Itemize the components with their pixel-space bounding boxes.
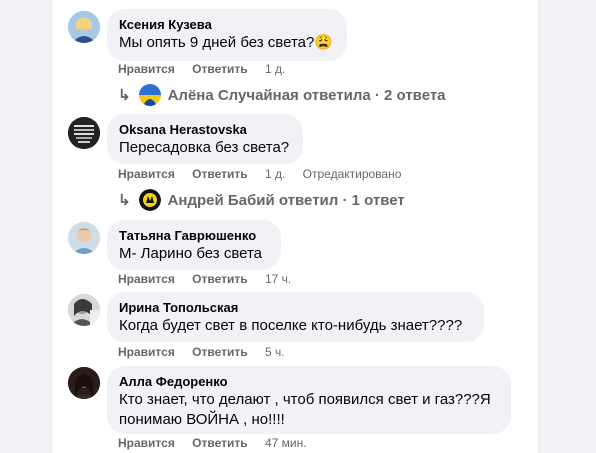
comment-author[interactable]: Татьяна Гаврюшенко bbox=[119, 228, 269, 244]
like-button[interactable]: Нравится bbox=[118, 272, 175, 286]
like-button[interactable]: Нравится bbox=[118, 345, 175, 359]
edited-label[interactable]: Отредактировано bbox=[303, 167, 402, 181]
comment-author[interactable]: Ксения Кузева bbox=[119, 17, 335, 33]
reply-button[interactable]: Ответить bbox=[192, 167, 247, 181]
avatar[interactable] bbox=[68, 367, 100, 399]
comment-text: Когда будет свет в поселке кто-нибудь зн… bbox=[119, 317, 463, 334]
comment-author[interactable]: Алла Федоренко bbox=[119, 374, 499, 390]
comment-time[interactable]: 1 д. bbox=[265, 62, 285, 76]
comment-bubble: Алла Федоренко Кто знает, что делают , ч… bbox=[107, 366, 511, 434]
comment-actions: Нравится Ответить 17 ч. bbox=[118, 272, 305, 286]
comment-text: Пересадовка без света? bbox=[119, 139, 290, 156]
comment-author[interactable]: Ирина Топольская bbox=[119, 300, 472, 316]
comment-actions: Нравится Ответить 5 ч. bbox=[118, 345, 299, 359]
comment-time[interactable]: 5 ч. bbox=[265, 345, 285, 359]
comment-time[interactable]: 47 мин. bbox=[265, 436, 307, 450]
comment-actions: Нравится Ответить 1 д. Отредактировано bbox=[118, 167, 401, 181]
comment-time[interactable]: 17 ч. bbox=[265, 272, 291, 286]
replies-text[interactable]: Андрей Бабий ответил · 1 ответ bbox=[168, 192, 405, 209]
comment-text: Мы опять 9 дней без света?😩 bbox=[119, 34, 334, 51]
comment-bubble: Oksana Herastovska Пересадовка без света… bbox=[107, 114, 303, 164]
comment-actions: Нравится Ответить 1 д. bbox=[118, 62, 299, 76]
view-replies-link[interactable]: ↳ Андрей Бабий ответил · 1 ответ bbox=[118, 189, 405, 211]
reply-button[interactable]: Ответить bbox=[192, 272, 247, 286]
reply-arrow-icon: ↳ bbox=[118, 87, 131, 104]
avatar[interactable] bbox=[68, 294, 100, 326]
comment-bubble: Ксения Кузева Мы опять 9 дней без света?… bbox=[107, 9, 347, 61]
reply-button[interactable]: Ответить bbox=[192, 345, 247, 359]
avatar bbox=[138, 189, 161, 211]
comment-text-line-1: Кто знает, что делают , чтоб появился св… bbox=[119, 391, 491, 408]
reply-button[interactable]: Ответить bbox=[192, 62, 247, 76]
comment-text-line-2: понимаю ВОЙНА , но!!!! bbox=[119, 411, 285, 428]
like-button[interactable]: Нравится bbox=[118, 62, 175, 76]
like-button[interactable]: Нравится bbox=[118, 167, 175, 181]
reply-arrow-icon: ↳ bbox=[118, 192, 131, 209]
comment-bubble: Ирина Топольская Когда будет свет в посе… bbox=[107, 292, 484, 342]
comment-text: М- Ларино без света bbox=[119, 245, 263, 262]
comment-bubble: Татьяна Гаврюшенко М- Ларино без света bbox=[107, 220, 281, 270]
view-replies-link[interactable]: ↳ Алёна Случайная ответила · 2 ответа bbox=[118, 84, 446, 106]
reply-button[interactable]: Ответить bbox=[192, 436, 247, 450]
avatar[interactable] bbox=[68, 222, 100, 254]
avatar bbox=[138, 84, 161, 106]
avatar[interactable] bbox=[68, 117, 100, 149]
comment-time[interactable]: 1 д. bbox=[265, 167, 285, 181]
like-button[interactable]: Нравится bbox=[118, 436, 175, 450]
comment-author[interactable]: Oksana Herastovska bbox=[119, 122, 291, 138]
comment-actions: Нравится Ответить 47 мин. bbox=[118, 436, 321, 450]
replies-text[interactable]: Алёна Случайная ответила · 2 ответа bbox=[168, 87, 446, 104]
avatar[interactable] bbox=[68, 11, 100, 43]
